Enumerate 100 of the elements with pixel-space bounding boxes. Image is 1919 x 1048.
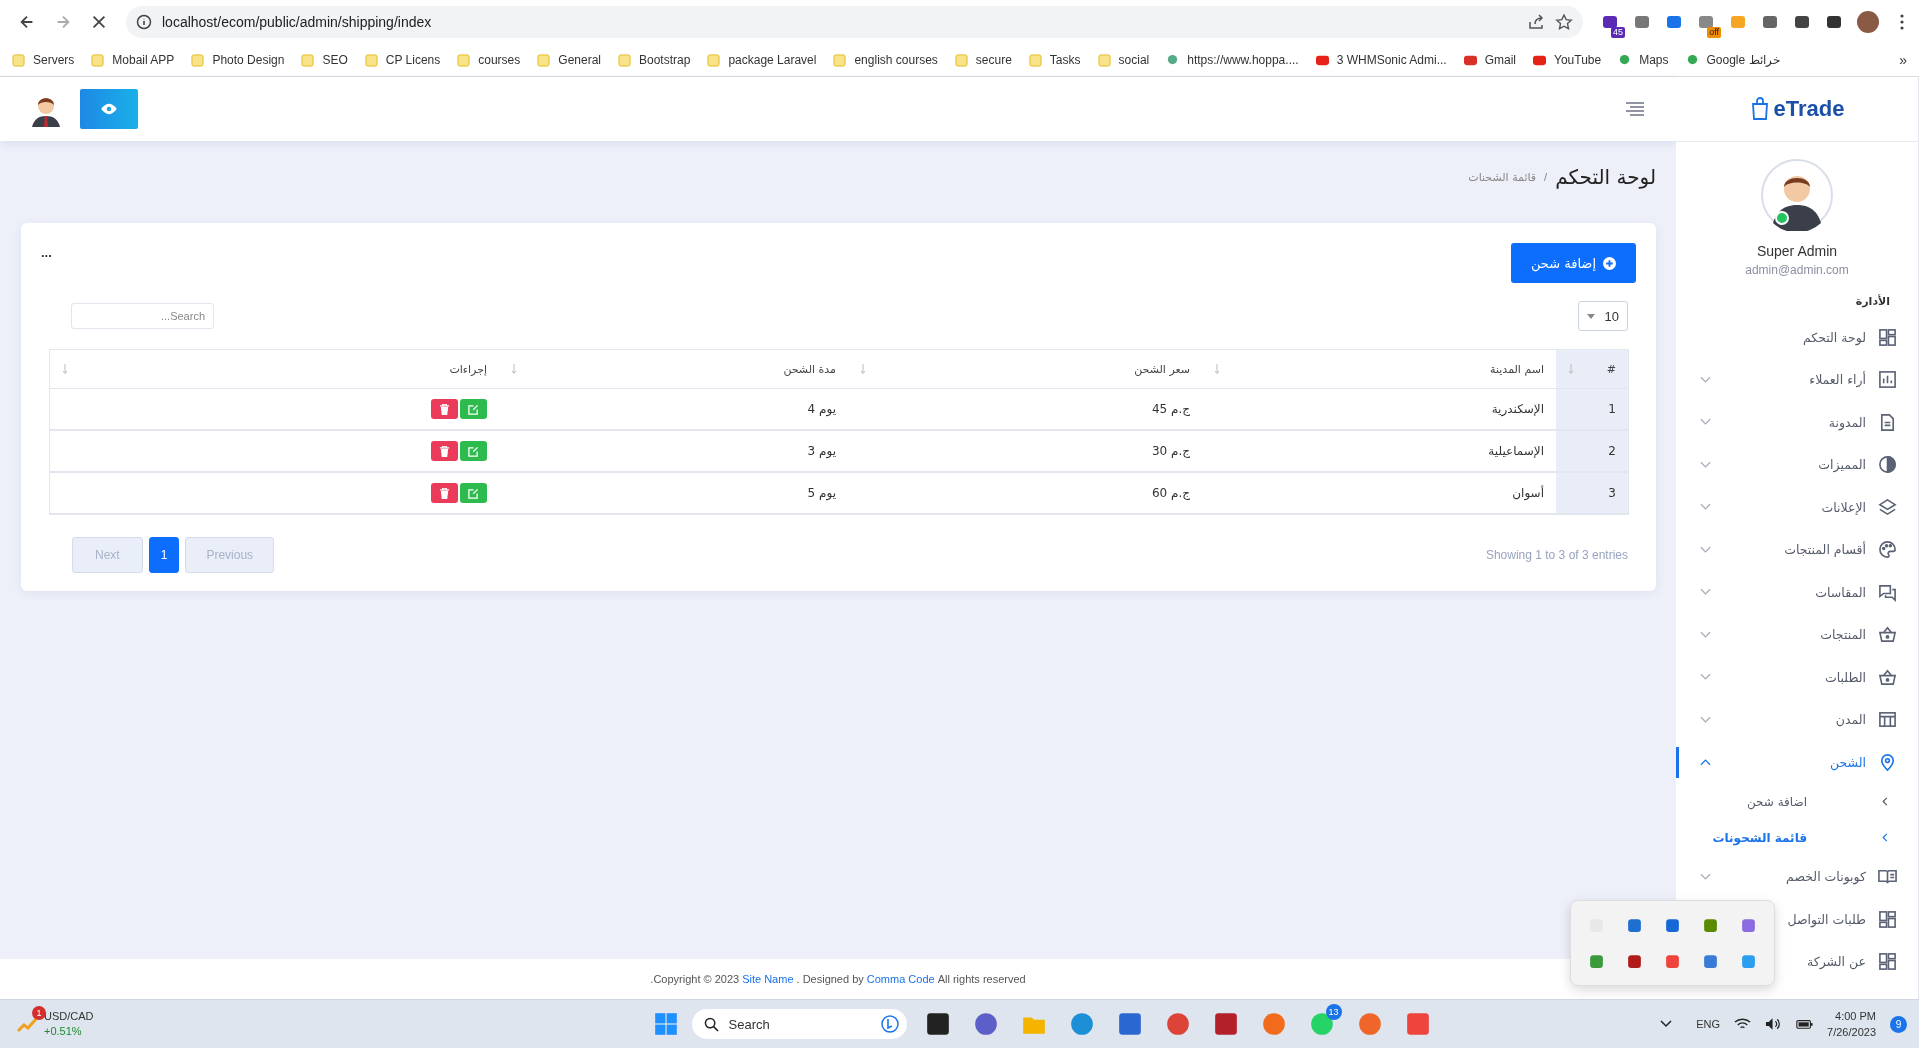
- bookmark[interactable]: YouTube: [1533, 53, 1602, 67]
- layers-icon: [1878, 497, 1897, 517]
- table-cell: 60 ج.م: [848, 472, 1202, 514]
- sidebar-item[interactable]: المنتجات: [1676, 613, 1918, 656]
- square-icon[interactable]: [1740, 952, 1758, 970]
- submenu-item[interactable]: اضافة شحن: [1676, 783, 1918, 820]
- edit-icon: [468, 445, 479, 457]
- page-size-select[interactable]: 10: [1578, 301, 1628, 331]
- footer-link[interactable]: Comma Code: [866, 973, 935, 985]
- more-bookmarks-button[interactable]: »: [1899, 52, 1907, 68]
- add-shipping-button[interactable]: إضافة شحن: [1510, 243, 1636, 283]
- wifi-icon[interactable]: [1734, 1017, 1752, 1031]
- bookmark[interactable]: Mobail APP: [91, 53, 175, 67]
- logo[interactable]: eTrade: [1749, 96, 1845, 122]
- profile-avatar-icon[interactable]: [1857, 11, 1879, 33]
- sidebar-item[interactable]: عن الشركة: [1676, 940, 1918, 983]
- location-pin-icon: [1878, 752, 1897, 772]
- edit-button[interactable]: [460, 483, 487, 503]
- sidebar-item[interactable]: المدن: [1676, 698, 1918, 741]
- battery-icon[interactable]: [1796, 1017, 1814, 1031]
- table-cell: 3 يوم: [499, 430, 848, 472]
- windows-logo-icon[interactable]: [653, 1012, 678, 1036]
- table-cell: الإسماعيلية: [1202, 430, 1556, 472]
- sidebar-item[interactable]: لوحة التحكم: [1676, 316, 1918, 359]
- column-header[interactable]: مدة الشحن: [499, 349, 848, 389]
- menu-icon[interactable]: [1626, 102, 1644, 116]
- footer-link[interactable]: Site Name: [742, 973, 794, 985]
- delete-button[interactable]: [431, 441, 458, 461]
- speaker-icon[interactable]: [1765, 1017, 1783, 1031]
- bookmark[interactable]: Servers: [12, 53, 75, 67]
- trash-icon: [439, 403, 450, 415]
- bookmark[interactable]: https://www.hoppa....: [1166, 53, 1299, 67]
- entries-summary: Showing 1 to 3 of 3 entries: [1485, 548, 1628, 562]
- sidebar-item[interactable]: المقاسات: [1676, 571, 1918, 614]
- dashboard-icon: [1878, 327, 1897, 347]
- bookmark[interactable]: Gmail: [1463, 53, 1516, 67]
- chevron-left-icon: [1882, 833, 1888, 842]
- search-icon: [703, 1016, 719, 1032]
- search-field[interactable]: Search...: [71, 303, 214, 329]
- document-icon: [1878, 412, 1897, 432]
- sidebar-item[interactable]: المميزات: [1676, 443, 1918, 486]
- sidebar-item[interactable]: طلبات التواصل: [1676, 898, 1918, 941]
- bookmark[interactable]: CP Licens: [364, 53, 441, 67]
- bookmark[interactable]: secure: [954, 53, 1012, 67]
- bookmark[interactable]: Maps: [1618, 53, 1669, 67]
- edit-button[interactable]: [460, 399, 487, 419]
- edit-button[interactable]: [460, 441, 487, 461]
- submenu-item[interactable]: قائمة الشحونات: [1676, 819, 1918, 856]
- sidebar-item[interactable]: المدونة: [1676, 401, 1918, 444]
- share-icon[interactable]: [1527, 13, 1545, 31]
- stock-widget[interactable]: 1 USD/CAD +0.51%: [16, 1009, 196, 1039]
- bookmark[interactable]: package Laravel: [707, 53, 817, 67]
- view-site-button[interactable]: [80, 89, 138, 129]
- table-cell: 2: [1556, 430, 1629, 472]
- column-header[interactable]: سعر الشحن: [848, 349, 1202, 389]
- address-bar[interactable]: localhost/ecom/public/admin/shipping/index: [126, 6, 1583, 38]
- sidebar-item[interactable]: الطلبات: [1676, 656, 1918, 699]
- table-cell: 4 يوم: [499, 388, 848, 430]
- more-options-icon[interactable]: [1899, 13, 1905, 31]
- notification-badge: 13: [1325, 1004, 1342, 1020]
- star-icon[interactable]: [1555, 13, 1573, 31]
- delete-button[interactable]: [431, 483, 458, 503]
- user-email: admin@admin.com: [1745, 263, 1849, 277]
- bookmark[interactable]: General: [537, 53, 601, 67]
- sidebar-item[interactable]: أراء العملاء: [1676, 358, 1918, 401]
- column-header[interactable]: إجراءات: [49, 349, 499, 389]
- bookmark[interactable]: SEO: [301, 53, 348, 67]
- dropdown-arrow-icon: [1587, 313, 1595, 319]
- stop-icon[interactable]: [90, 13, 108, 31]
- sidebar-item[interactable]: الشحن: [1676, 741, 1918, 784]
- bookmark[interactable]: Google خرائط: [1685, 53, 1780, 67]
- clock-time[interactable]: 4:00 PM: [1835, 1008, 1876, 1024]
- bookmark[interactable]: courses: [457, 53, 521, 67]
- table-cell: 45 ج.م: [848, 388, 1202, 430]
- chevron-down-icon[interactable]: [1660, 1020, 1673, 1028]
- sidebar-item[interactable]: كوبونات الخصم: [1676, 855, 1918, 898]
- taskbar-search-field[interactable]: Search: [691, 1009, 907, 1039]
- clock-date[interactable]: 7/26/2023: [1827, 1024, 1876, 1040]
- bookmark[interactable]: 3 WHMSonic Admi...: [1315, 53, 1447, 67]
- sidebar-item[interactable]: الإعلانات: [1676, 486, 1918, 529]
- column-header[interactable]: اسم المدينة: [1202, 349, 1556, 389]
- notification-count-badge[interactable]: 9: [1890, 1015, 1907, 1033]
- bookmark[interactable]: Bootstrap: [618, 53, 691, 67]
- column-header[interactable]: #: [1556, 349, 1629, 389]
- sidebar-item[interactable]: أقسام المنتجات: [1676, 528, 1918, 571]
- info-icon: [136, 14, 152, 30]
- bookmark[interactable]: Tasks: [1028, 53, 1081, 67]
- notification-badge: 1: [32, 1006, 46, 1020]
- delete-button[interactable]: [431, 399, 458, 419]
- palette-icon: [1878, 540, 1897, 560]
- bookmark[interactable]: Photo Design: [191, 53, 285, 67]
- extension-badge: off: [1707, 27, 1721, 38]
- bookmark[interactable]: social: [1097, 53, 1150, 67]
- table-icon: [1878, 710, 1897, 730]
- currency-pair: USD/CAD: [44, 1009, 94, 1024]
- language-indicator[interactable]: ENG: [1696, 1018, 1721, 1030]
- chat-icon: [1878, 582, 1897, 602]
- sort-icon: [62, 364, 68, 374]
- bookmark[interactable]: english courses: [833, 53, 938, 67]
- page-button[interactable]: 1: [148, 537, 180, 573]
